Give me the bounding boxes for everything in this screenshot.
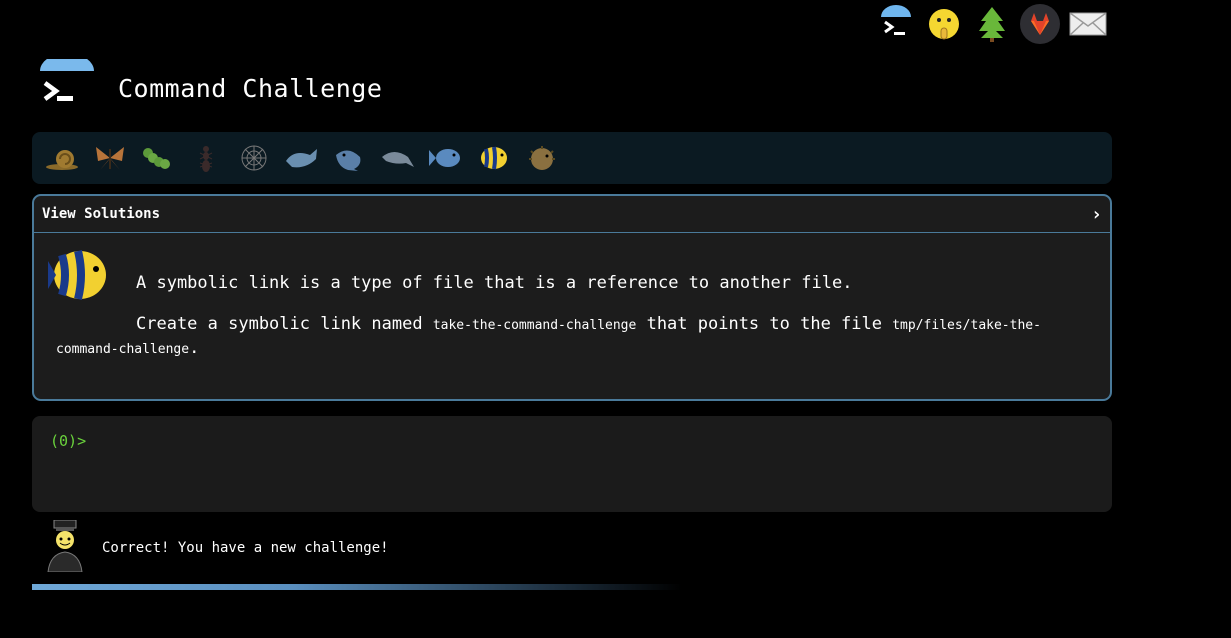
progress-bar: [32, 584, 682, 590]
challenge-intro: A symbolic link is a type of file that i…: [136, 273, 853, 293]
whale-icon[interactable]: [278, 138, 326, 178]
terminal-icon[interactable]: [874, 4, 918, 44]
spider-web-icon[interactable]: [230, 138, 278, 178]
status-message: Correct! You have a new challenge!: [102, 540, 389, 556]
mail-icon[interactable]: [1066, 4, 1110, 44]
chevron-right-icon: ›: [1091, 203, 1102, 225]
terminal-icon[interactable]: [38, 53, 96, 117]
gitlab-icon[interactable]: [1018, 4, 1062, 44]
challenge-task: Create a symbolic link named take-the-co…: [56, 313, 1096, 361]
task-middle: that points to the file: [646, 314, 882, 334]
snail-icon[interactable]: [38, 138, 86, 178]
fish-icon[interactable]: [422, 138, 470, 178]
page-title: Command Challenge: [118, 73, 383, 103]
status-row: Correct! You have a new challenge!: [44, 519, 389, 576]
site-header: Command Challenge: [38, 53, 383, 118]
ant-icon[interactable]: [182, 138, 230, 178]
butterfly-icon[interactable]: [86, 138, 134, 178]
top-nav: [874, 2, 1114, 46]
tree-icon[interactable]: [970, 4, 1014, 44]
terminal-prompt: (0)>: [50, 432, 87, 450]
dolphin-icon[interactable]: [374, 138, 422, 178]
view-solutions-label: View Solutions: [42, 206, 161, 222]
level-selector: [32, 132, 1112, 184]
task-suffix: .: [189, 338, 200, 358]
shushing-face-icon[interactable]: [922, 4, 966, 44]
terminal[interactable]: (0)>: [32, 416, 1112, 512]
terminal-input[interactable]: [94, 428, 1098, 454]
link-name: take-the-command-challenge: [432, 318, 637, 333]
blowfish-icon[interactable]: [518, 138, 566, 178]
avatar: [44, 519, 88, 576]
caterpillar-icon[interactable]: [134, 138, 182, 178]
tropical-fish-icon: [46, 247, 110, 307]
whale2-icon[interactable]: [326, 138, 374, 178]
view-solutions-toggle[interactable]: View Solutions ›: [34, 196, 1110, 233]
tropical-fish-icon[interactable]: [470, 138, 518, 178]
challenge-panel: View Solutions › A symbolic link is a ty…: [32, 194, 1112, 401]
task-prefix: Create a symbolic link named: [136, 314, 423, 334]
